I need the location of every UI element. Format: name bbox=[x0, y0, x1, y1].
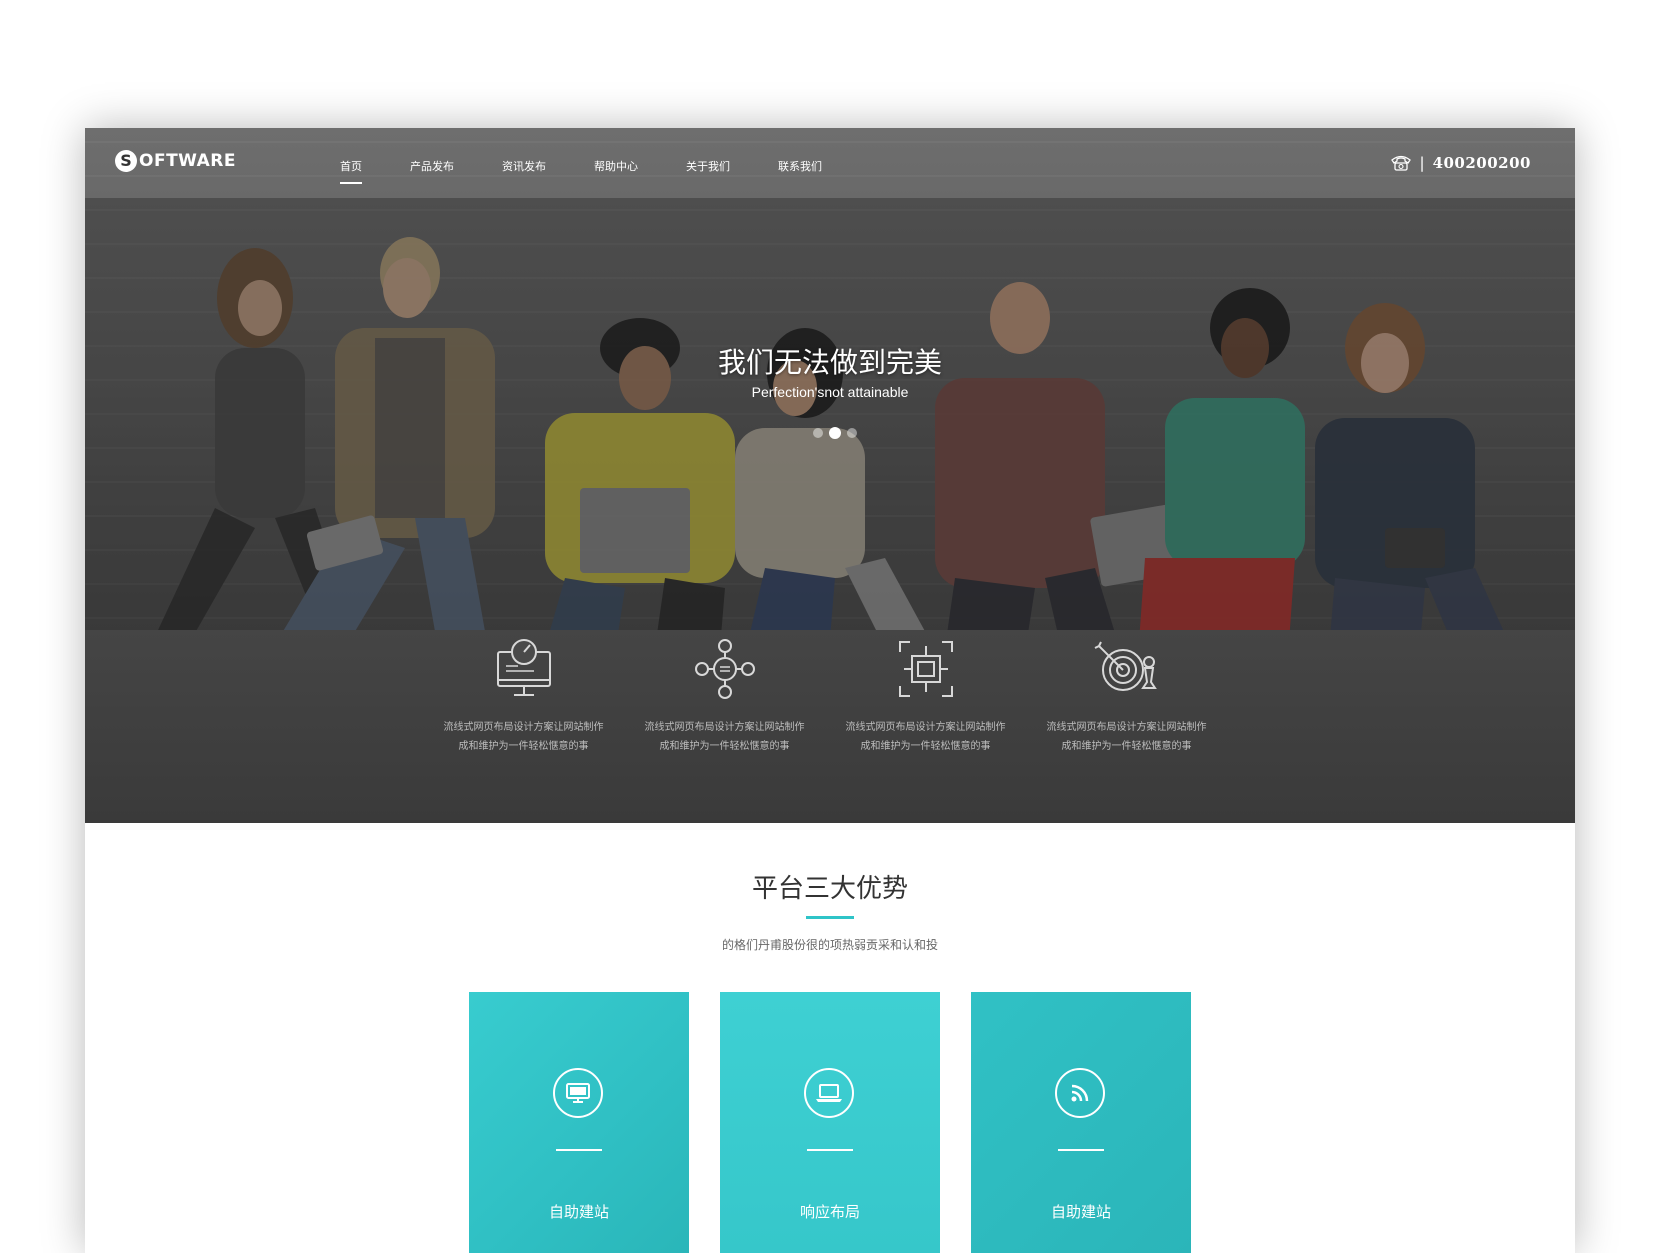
logo[interactable]: S OFTWARE bbox=[115, 150, 236, 172]
advantage-card[interactable]: 自助建站 bbox=[971, 992, 1191, 1253]
cpu-chip-icon bbox=[898, 641, 953, 697]
nav-item-contact[interactable]: 联系我们 bbox=[778, 158, 822, 184]
feature-text-line2: 成和维护为一件轻松惬意的事 bbox=[1061, 741, 1192, 752]
logo-s-badge: S bbox=[115, 150, 137, 172]
page-frame: S OFTWARE 首页 产品发布 资讯发布 帮助中心 关于我们 联系我们 | … bbox=[85, 128, 1575, 1253]
logo-text: OFTWARE bbox=[139, 151, 237, 171]
nav-item-about[interactable]: 关于我们 bbox=[686, 158, 730, 184]
advantage-card[interactable]: 响应布局 bbox=[720, 992, 940, 1253]
phone-number: 400200200 bbox=[1432, 154, 1531, 172]
advantage-cards: 自助建站 响应布局 自助建站 bbox=[469, 992, 1222, 1253]
feature-text-line2: 成和维护为一件轻松惬意的事 bbox=[659, 741, 790, 752]
advantage-card[interactable]: 自助建站 bbox=[469, 992, 689, 1253]
feature-item: 流线式网页布局设计方案让网站制作 成和维护为一件轻松惬意的事 bbox=[825, 638, 1026, 756]
network-nodes-icon bbox=[694, 639, 755, 699]
nav-item-help[interactable]: 帮助中心 bbox=[594, 158, 638, 184]
card-divider bbox=[556, 1149, 602, 1151]
nav-item-news[interactable]: 资讯发布 bbox=[502, 158, 546, 184]
card-label: 自助建站 bbox=[1050, 1203, 1111, 1221]
feature-item: 流线式网页布局设计方案让网站制作 成和维护为一件轻松惬意的事 bbox=[1026, 638, 1227, 756]
card-divider bbox=[1058, 1149, 1104, 1151]
target-chess-icon bbox=[1094, 641, 1157, 691]
hero-subtitle: Perfection'snot attainable bbox=[751, 384, 909, 400]
feature-strip: 流线式网页布局设计方案让网站制作 成和维护为一件轻松惬意的事 流线式网页布局设计… bbox=[423, 638, 1227, 756]
section-subtitle: 的格们丹甫股份很的项热弱贡采和认和投 bbox=[721, 938, 938, 952]
feature-item: 流线式网页布局设计方案让网站制作 成和维护为一件轻松惬意的事 bbox=[624, 638, 825, 756]
feature-text-line2: 成和维护为一件轻松惬意的事 bbox=[860, 741, 991, 752]
rss-icon bbox=[1055, 1068, 1105, 1118]
feature-text-line1: 流线式网页布局设计方案让网站制作 bbox=[1046, 722, 1207, 733]
slider-dots bbox=[813, 427, 863, 439]
dashboard-monitor-icon bbox=[496, 639, 551, 696]
feature-item: 流线式网页布局设计方案让网站制作 成和维护为一件轻松惬意的事 bbox=[423, 638, 624, 756]
card-label: 响应布局 bbox=[799, 1203, 860, 1221]
slider-dot-1[interactable] bbox=[813, 428, 823, 438]
telephone-icon bbox=[1390, 155, 1411, 171]
hero-title: 我们无法做到完美 bbox=[717, 346, 942, 379]
nav-item-products[interactable]: 产品发布 bbox=[410, 158, 454, 184]
card-label: 自助建站 bbox=[548, 1203, 609, 1221]
monitor-icon bbox=[553, 1068, 603, 1118]
laptop-icon bbox=[804, 1068, 854, 1118]
slider-dot-2[interactable] bbox=[829, 427, 841, 439]
feature-text-line2: 成和维护为一件轻松惬意的事 bbox=[458, 741, 589, 752]
nav-item-home[interactable]: 首页 bbox=[340, 158, 362, 184]
main-nav: 首页 产品发布 资讯发布 帮助中心 关于我们 联系我们 bbox=[340, 158, 870, 184]
hero-banner: S OFTWARE 首页 产品发布 资讯发布 帮助中心 关于我们 联系我们 | … bbox=[85, 128, 1575, 823]
slider-dot-3[interactable] bbox=[847, 428, 857, 438]
feature-text-line1: 流线式网页布局设计方案让网站制作 bbox=[845, 722, 1006, 733]
card-divider bbox=[807, 1149, 853, 1151]
feature-text-line1: 流线式网页布局设计方案让网站制作 bbox=[443, 722, 604, 733]
feature-text-line1: 流线式网页布局设计方案让网站制作 bbox=[644, 722, 805, 733]
phone-contact[interactable]: | 400200200 bbox=[1390, 154, 1532, 172]
section-title-underline bbox=[806, 916, 854, 919]
section-title: 平台三大优势 bbox=[751, 874, 908, 904]
phone-separator: | bbox=[1419, 154, 1425, 172]
